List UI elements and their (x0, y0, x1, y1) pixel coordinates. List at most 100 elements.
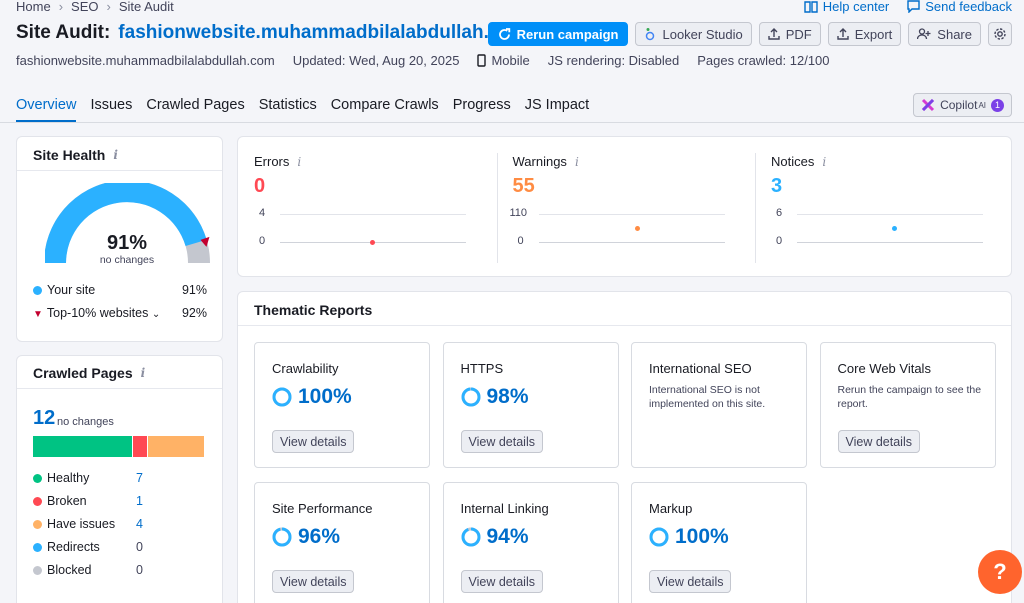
crawled-total[interactable]: 12 (33, 407, 55, 430)
score-ring-icon (461, 527, 480, 547)
axis-tick: 6 (776, 207, 783, 219)
settings-button[interactable] (988, 22, 1012, 46)
copilot-button[interactable]: Copilot AI 1 (913, 93, 1012, 117)
legend-value[interactable]: 1 (136, 494, 143, 508)
audit-meta: fashionwebsite.muhammadbilalabdullah.com… (16, 53, 830, 68)
count-value[interactable]: 0 (254, 175, 265, 198)
tile-score[interactable]: 98% (461, 385, 529, 409)
meta-js-rendering: JS rendering: Disabled (547, 53, 680, 68)
info-icon[interactable]: i (822, 155, 826, 169)
dot-icon (33, 566, 42, 575)
crawled-legend-row: Blocked 0 (33, 563, 143, 577)
chevron-down-icon[interactable]: ⌄ (152, 309, 160, 320)
tile-score[interactable]: 100% (649, 525, 729, 549)
count-label: Warnings i (513, 154, 579, 169)
book-icon (804, 0, 818, 13)
tile-title: Site Performance (272, 501, 373, 516)
tab-statistics[interactable]: Statistics (259, 97, 317, 123)
view-details-button[interactable]: View details (272, 430, 355, 453)
breadcrumb-seo[interactable]: SEO (71, 0, 98, 14)
legend-value[interactable]: 7 (136, 471, 143, 485)
thematic-reports-card: Thematic Reports Crawlability 100% View de… (237, 291, 1012, 603)
legend-value: 0 (136, 563, 143, 577)
legend-label: Your site (33, 283, 95, 297)
gridline (538, 214, 725, 215)
count-warnings: Warnings i 55 110 0 (496, 137, 755, 278)
tile-title: Markup (649, 501, 693, 516)
project-domain-selector[interactable]: fashionwebsite.muhammadbilalabdullah.com (118, 22, 528, 44)
meta-updated: Updated: Wed, Aug 20, 2025 (292, 53, 460, 68)
tile-title: International SEO (649, 361, 752, 376)
divider (238, 325, 1011, 326)
legend-label: Healthy (33, 471, 89, 485)
tab-bar: Overview Issues Crawled Pages Statistics… (16, 97, 589, 123)
breadcrumb: Home › SEO › Site Audit (16, 0, 174, 14)
copilot-icon (922, 98, 935, 112)
send-feedback-link[interactable]: Send feedback (907, 0, 1012, 14)
legend-value: 91% (181, 283, 207, 297)
info-icon[interactable]: i (575, 155, 579, 169)
divider (17, 170, 222, 171)
issues-summary-card: Errors i 0 4 0 Warnings i 55 110 0 Notices i 3 6 0 (237, 136, 1012, 277)
thematic-tile-https: HTTPS 98% View details (442, 342, 619, 468)
info-icon[interactable]: i (141, 366, 146, 380)
tile-score-value: 98% (486, 385, 529, 408)
looker-icon (646, 28, 655, 41)
title-prefix: Site Audit: (16, 22, 111, 43)
trend-point[interactable] (892, 226, 897, 231)
tab-crawled-pages[interactable]: Crawled Pages (146, 97, 244, 123)
breadcrumb-home[interactable]: Home (16, 0, 51, 14)
help-button[interactable]: ? (978, 550, 1022, 594)
legend-your-site: Your site 91% (33, 283, 207, 297)
tile-score[interactable]: 100% (272, 385, 352, 409)
site-health-card: Site Health i 91% no changes Your site 9… (16, 136, 223, 342)
legend-text: Redirects (47, 540, 100, 554)
pdf-button[interactable]: PDF (758, 22, 821, 46)
score-ring-icon (461, 387, 480, 407)
bar-segment[interactable] (132, 436, 147, 457)
thematic-tile-crawlability: Crawlability 100% View details (254, 342, 430, 468)
upload-icon (837, 28, 849, 40)
legend-text: Have issues (47, 517, 116, 531)
tab-js-impact[interactable]: JS Impact (525, 97, 589, 123)
looker-studio-button[interactable]: Looker Studio (635, 22, 752, 46)
toolbar: Rerun campaign Looker Studio PDF Export … (487, 22, 1012, 46)
gridline (797, 214, 983, 215)
view-details-button[interactable]: View details (649, 570, 732, 593)
info-icon[interactable]: i (113, 148, 118, 162)
view-details-button[interactable]: View details (460, 430, 543, 453)
legend-top10[interactable]: ▼ Top-10% websites ⌄ 92% (33, 306, 207, 320)
view-details-button[interactable]: View details (272, 570, 355, 593)
export-button[interactable]: Export (827, 22, 902, 46)
chevron-right-icon: › (106, 0, 111, 14)
count-value[interactable]: 3 (771, 175, 782, 198)
message-icon (907, 0, 920, 13)
tab-progress[interactable]: Progress (453, 97, 511, 123)
tab-issues[interactable]: Issues (90, 97, 132, 123)
trend-point[interactable] (370, 240, 375, 245)
legend-text: Healthy (47, 471, 90, 485)
trend-point[interactable] (635, 226, 640, 231)
tile-description: International SEO is not implemented on … (649, 384, 766, 410)
tab-compare-crawls[interactable]: Compare Crawls (331, 97, 439, 123)
divider (17, 388, 222, 389)
info-icon[interactable]: i (297, 155, 301, 169)
tile-score[interactable]: 96% (272, 525, 340, 549)
thematic-tile-internal-linking: Internal Linking 94% View details (442, 482, 619, 603)
help-center-link[interactable]: Help center (804, 0, 889, 14)
bar-segment[interactable] (33, 436, 132, 457)
mobile-icon (477, 54, 487, 67)
view-details-button[interactable]: View details (460, 570, 543, 593)
legend-value[interactable]: 4 (136, 517, 143, 531)
count-value[interactable]: 55 (513, 175, 535, 198)
tile-score-value: 94% (486, 525, 529, 548)
tab-overview[interactable]: Overview (16, 97, 77, 123)
tile-title: Internal Linking (460, 501, 549, 516)
rerun-campaign-button[interactable]: Rerun campaign (487, 22, 629, 46)
crawled-pages-bar (33, 436, 205, 457)
view-details-button[interactable]: View details (837, 430, 920, 453)
bar-segment[interactable] (147, 436, 204, 457)
crawled-legend-row: Healthy 7 (33, 471, 143, 485)
share-button[interactable]: Share (908, 22, 981, 46)
tile-score[interactable]: 94% (461, 525, 529, 549)
